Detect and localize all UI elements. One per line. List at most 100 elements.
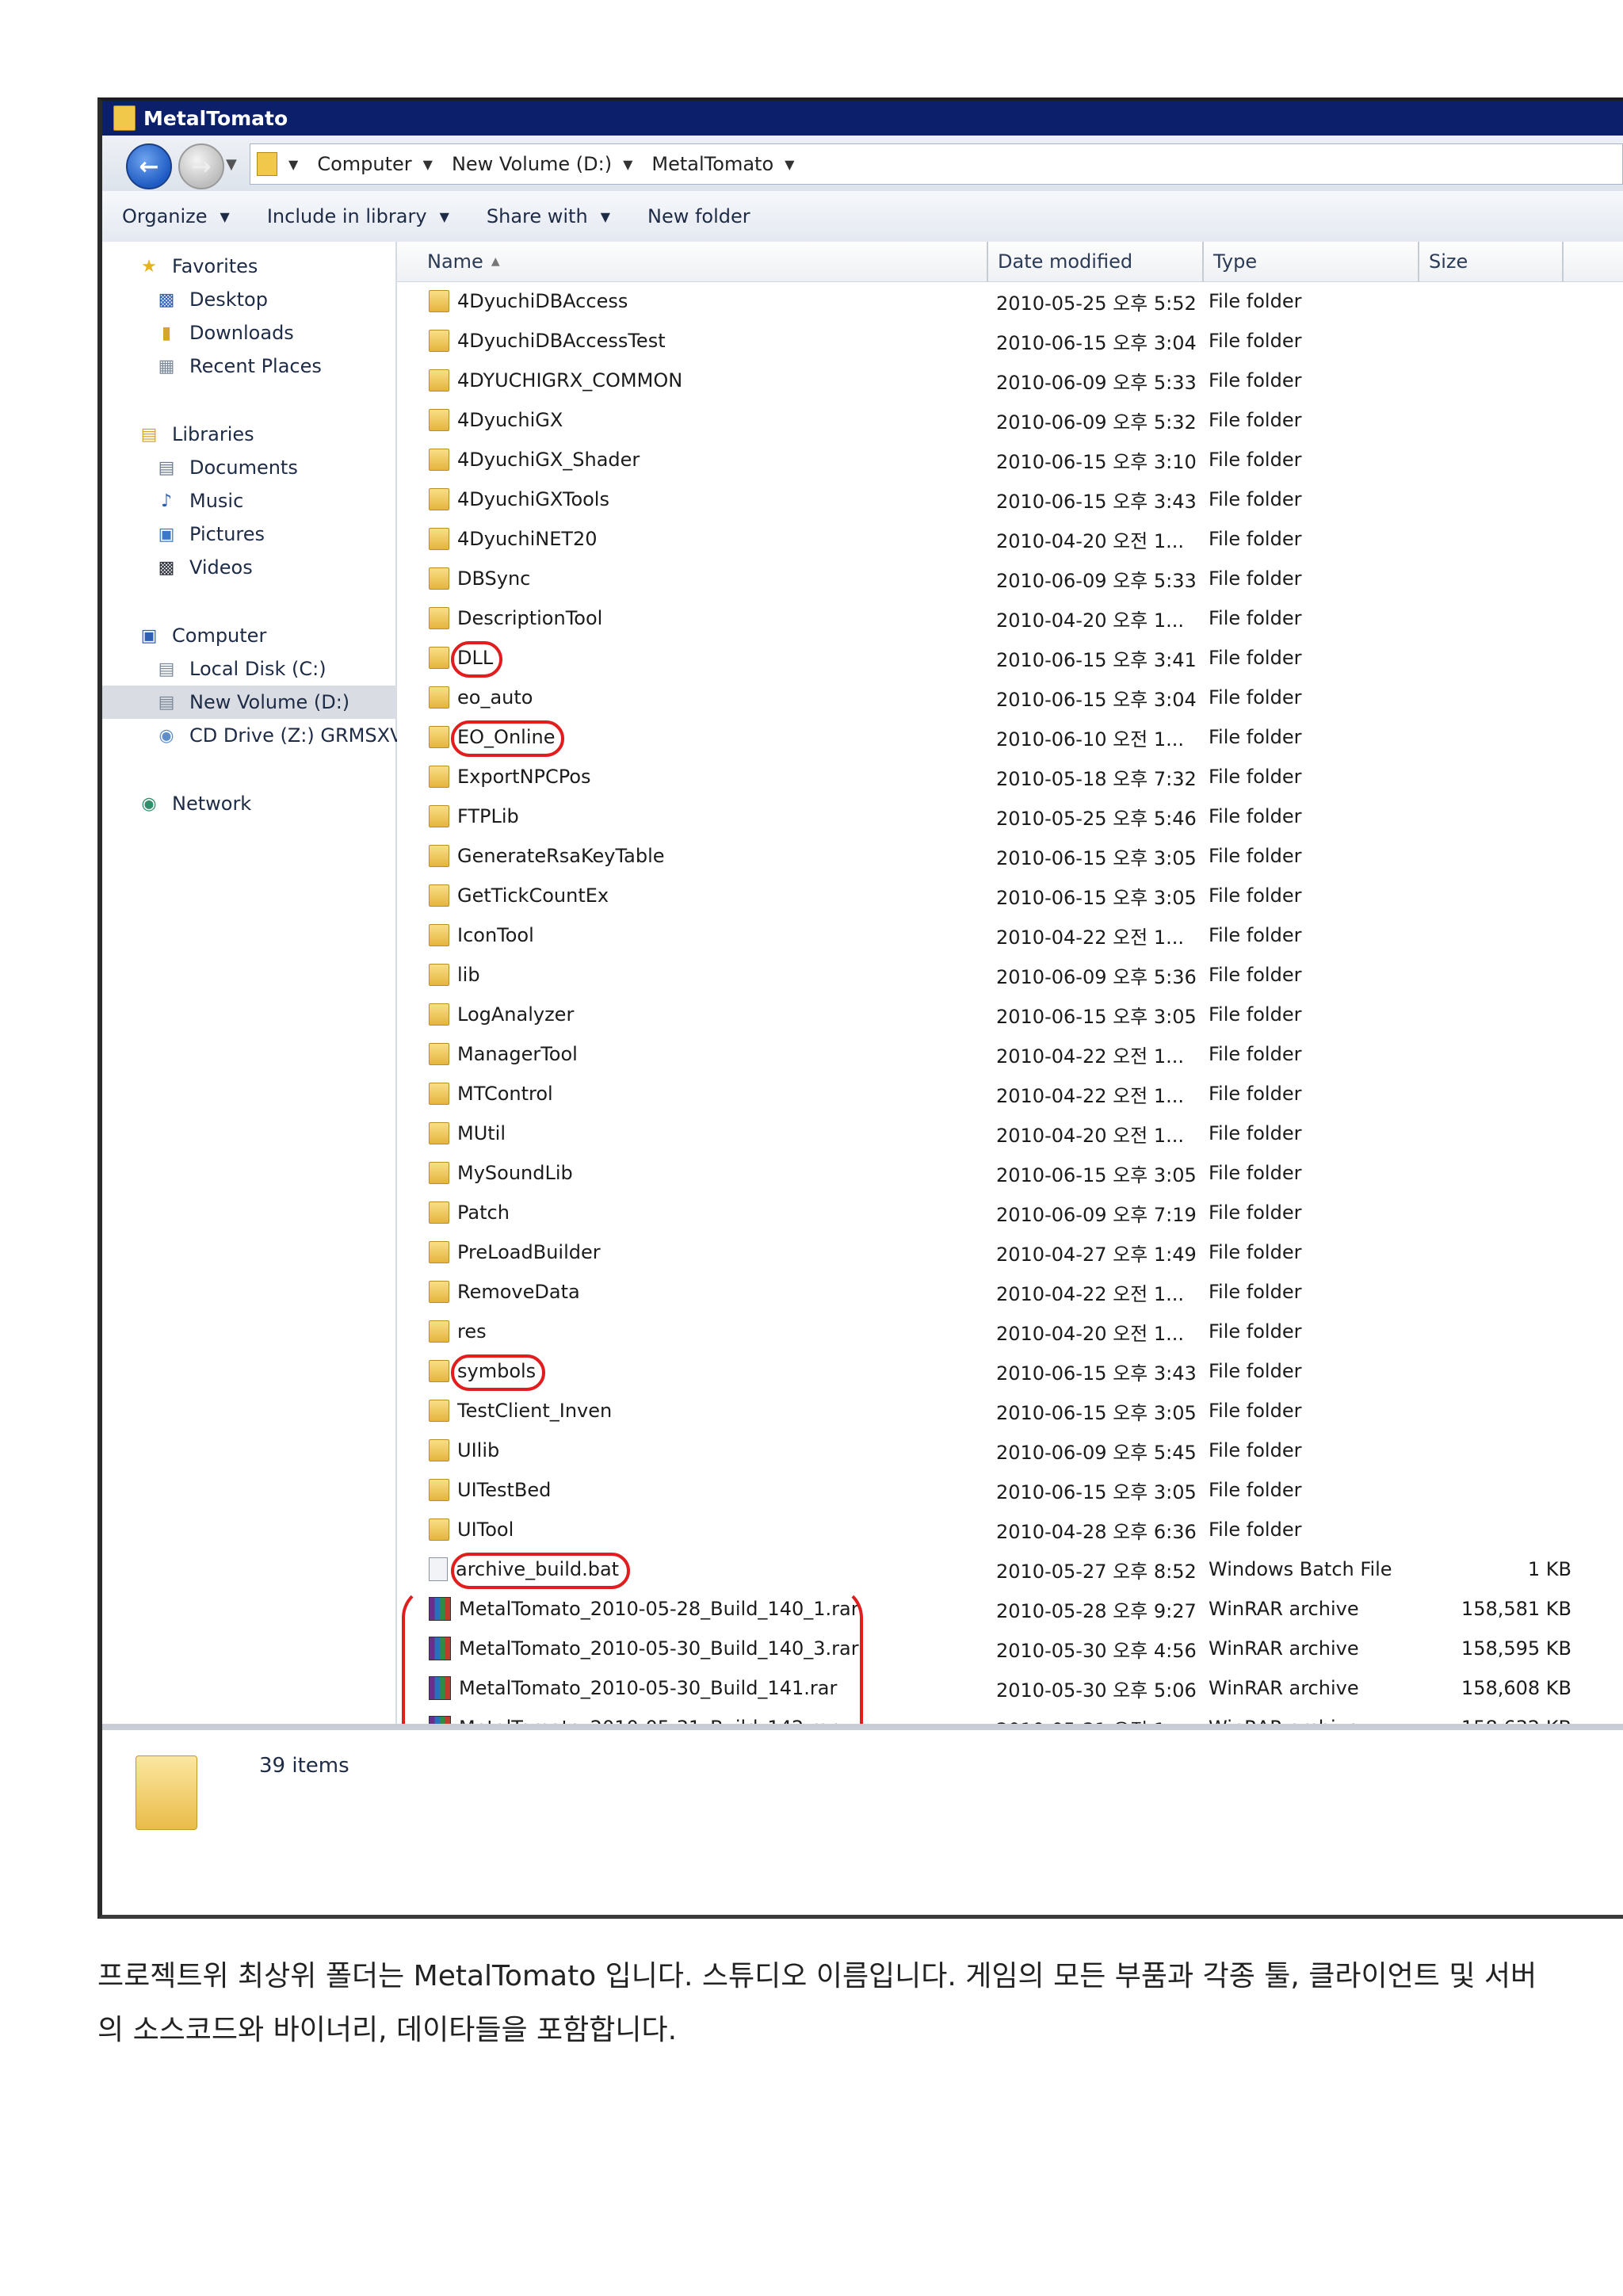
file-row[interactable]: 4DyuchiGX 2010-06-09 오후 5:32 File folder: [397, 400, 1623, 440]
file-row[interactable]: UITestBed 2010-06-15 오후 3:05 File folder: [397, 1470, 1623, 1510]
file-row[interactable]: DBSync 2010-06-09 오후 5:33 File folder: [397, 559, 1623, 598]
nav-favorites[interactable]: ★ Favorites: [102, 250, 430, 283]
file-row[interactable]: PreLoadBuilder 2010-04-27 오후 1:49 File fol…: [397, 1232, 1623, 1272]
forward-button[interactable]: →: [178, 143, 224, 189]
nav-label: Computer: [172, 625, 267, 647]
nav-cd-drive-z[interactable]: ◉ CD Drive (Z:) GRMSXV: [102, 719, 448, 752]
nav-label: Local Disk (C:): [189, 658, 327, 680]
file-row[interactable]: 4DyuchiGX_Shader 2010-06-15 오후 3:10 File f…: [397, 440, 1623, 479]
file-date: 2010-04-28 오후 6:36: [996, 1520, 1197, 1543]
nav-music[interactable]: ♪ Music: [102, 484, 448, 518]
file-row[interactable]: LogAnalyzer 2010-06-15 오후 3:05 File folder: [397, 995, 1623, 1034]
file-row[interactable]: MySoundLib 2010-06-15 오후 3:05 File folder: [397, 1153, 1623, 1193]
file-size: [1430, 955, 1571, 995]
back-button[interactable]: ←: [126, 143, 172, 189]
file-row[interactable]: 4DyuchiDBAccessTest 2010-06-15 오후 3:04 Fil…: [397, 321, 1623, 361]
file-name-cell: 4DyuchiGX: [429, 400, 563, 440]
file-type: File folder: [1209, 1162, 1302, 1184]
column-header-size[interactable]: Size: [1419, 242, 1564, 281]
cd-drive-icon: ◉: [158, 725, 174, 746]
file-row[interactable]: DescriptionTool 2010-04-20 오후 1... File fo…: [397, 598, 1623, 638]
file-row[interactable]: UIlib 2010-06-09 오후 5:45 File folder: [397, 1431, 1623, 1470]
file-date: 2010-06-09 오후 7:19: [996, 1203, 1197, 1226]
file-row[interactable]: EO_Online 2010-06-10 오전 1... File folder: [397, 717, 1623, 757]
breadcrumb-chevron[interactable]: ▼: [623, 157, 640, 172]
file-name-cell: TestClient_Inven: [429, 1391, 612, 1431]
column-header-name[interactable]: Name ▲: [397, 242, 988, 281]
file-row[interactable]: RemoveData 2010-04-22 오전 1... File folder: [397, 1272, 1623, 1312]
nav-videos[interactable]: ▩ Videos: [102, 551, 448, 584]
column-label: Type: [1213, 250, 1258, 273]
file-size: [1430, 1272, 1571, 1312]
address-bar[interactable]: ▼ Computer ▼ New Volume (D:) ▼ MetalToma…: [250, 143, 1623, 185]
breadcrumb-computer[interactable]: Computer: [317, 153, 411, 175]
file-row[interactable]: GenerateRsaKeyTable 2010-06-15 오후 3:05 Fil…: [397, 836, 1623, 876]
breadcrumb-chevron[interactable]: ▼: [423, 157, 441, 172]
folder-icon: [429, 766, 449, 788]
file-type: File folder: [1209, 1201, 1302, 1224]
file-name-cell: GetTickCountEx: [429, 876, 609, 915]
breadcrumb-root-chevron[interactable]: ▼: [288, 157, 306, 172]
title-bar[interactable]: MetalTomato: [102, 101, 1623, 136]
file-row[interactable]: 4DyuchiNET20 2010-04-20 오전 1... File folde…: [397, 519, 1623, 559]
nav-downloads[interactable]: ▮ Downloads: [102, 316, 448, 350]
breadcrumb-new-volume[interactable]: New Volume (D:): [452, 153, 612, 175]
nav-network[interactable]: ◉ Network: [102, 787, 430, 820]
nav-computer[interactable]: ▣ Computer: [102, 619, 430, 652]
file-name: lib: [457, 964, 480, 986]
folder-icon: [429, 290, 449, 312]
new-folder-button[interactable]: New folder: [647, 205, 750, 227]
nav-pictures[interactable]: ▣ Pictures: [102, 518, 448, 551]
file-type: File folder: [1209, 567, 1302, 590]
nav-documents[interactable]: ▤ Documents: [102, 451, 448, 484]
organize-button[interactable]: Organize ▼: [122, 205, 230, 227]
file-row[interactable]: res 2010-04-20 오전 1... File folder: [397, 1312, 1623, 1351]
file-row[interactable]: 4DyuchiDBAccess 2010-05-25 오후 5:52 File fo…: [397, 281, 1623, 321]
file-row[interactable]: Patch 2010-06-09 오후 7:19 File folder: [397, 1193, 1623, 1232]
file-row[interactable]: symbols 2010-06-15 오후 3:43 File folder: [397, 1351, 1623, 1391]
hard-drive-icon: ▤: [158, 692, 175, 712]
file-type: File folder: [1209, 726, 1302, 748]
share-with-button[interactable]: Share with ▼: [487, 205, 610, 227]
file-name: res: [457, 1320, 487, 1343]
file-name-cell: IconTool: [429, 915, 534, 955]
nav-label: Libraries: [172, 423, 254, 445]
file-row[interactable]: ManagerTool 2010-04-22 오전 1... File folder: [397, 1034, 1623, 1074]
column-header-date[interactable]: Date modified: [988, 242, 1204, 281]
folder-icon: [429, 528, 449, 550]
nav-recent-places[interactable]: ▦ Recent Places: [102, 350, 448, 383]
file-row[interactable]: GetTickCountEx 2010-06-15 오후 3:05 File fol…: [397, 876, 1623, 915]
file-row[interactable]: 4DYUCHIGRX_COMMON 2010-06-09 오후 5:33 File …: [397, 361, 1623, 400]
file-name-cell: DescriptionTool: [429, 598, 602, 638]
file-row[interactable]: FTPLib 2010-05-25 오후 5:46 File folder: [397, 797, 1623, 836]
file-name: MySoundLib: [457, 1162, 573, 1184]
nav-desktop[interactable]: ▩ Desktop: [102, 283, 448, 316]
file-row[interactable]: eo_auto 2010-06-15 오후 3:04 File folder: [397, 678, 1623, 717]
file-row[interactable]: DLL 2010-06-15 오후 3:41 File folder: [397, 638, 1623, 678]
file-row[interactable]: 4DyuchiGXTools 2010-06-15 오후 3:43 File fol…: [397, 479, 1623, 519]
file-row[interactable]: MTControl 2010-04-22 오전 1... File folder: [397, 1074, 1623, 1114]
libraries-icon: ▤: [140, 424, 158, 445]
file-row[interactable]: UITool 2010-04-28 오후 6:36 File folder: [397, 1510, 1623, 1549]
nav-new-volume-d[interactable]: ▤ New Volume (D:): [102, 686, 448, 719]
file-row[interactable]: lib 2010-06-09 오후 5:36 File folder: [397, 955, 1623, 995]
file-row[interactable]: ExportNPCPos 2010-05-18 오후 7:32 File folde…: [397, 757, 1623, 797]
nav-local-disk-c[interactable]: ▤ Local Disk (C:): [102, 652, 448, 686]
file-row[interactable]: TestClient_Inven 2010-06-15 오후 3:05 File f…: [397, 1391, 1623, 1431]
file-name-cell: res: [429, 1312, 487, 1351]
file-name: MUtil: [457, 1122, 506, 1144]
folder-icon: [429, 647, 449, 669]
breadcrumb-metaltomato[interactable]: MetalTomato: [651, 153, 773, 175]
recent-pages-dropdown[interactable]: ▼: [226, 156, 237, 173]
nav-libraries[interactable]: ▤ Libraries: [102, 418, 430, 451]
folder-icon: [429, 449, 449, 471]
arrow-left-icon: ←: [139, 152, 159, 181]
breadcrumb-chevron[interactable]: ▼: [785, 157, 802, 172]
file-row[interactable]: IconTool 2010-04-22 오전 1... File folder: [397, 915, 1623, 955]
file-name-cell: 4DYUCHIGRX_COMMON: [429, 361, 682, 400]
folder-icon: [429, 1479, 449, 1501]
network-icon: ◉: [141, 793, 157, 814]
column-header-type[interactable]: Type: [1204, 242, 1419, 281]
include-in-library-button[interactable]: Include in library ▼: [267, 205, 449, 227]
file-row[interactable]: MUtil 2010-04-20 오전 1... File folder: [397, 1114, 1623, 1153]
